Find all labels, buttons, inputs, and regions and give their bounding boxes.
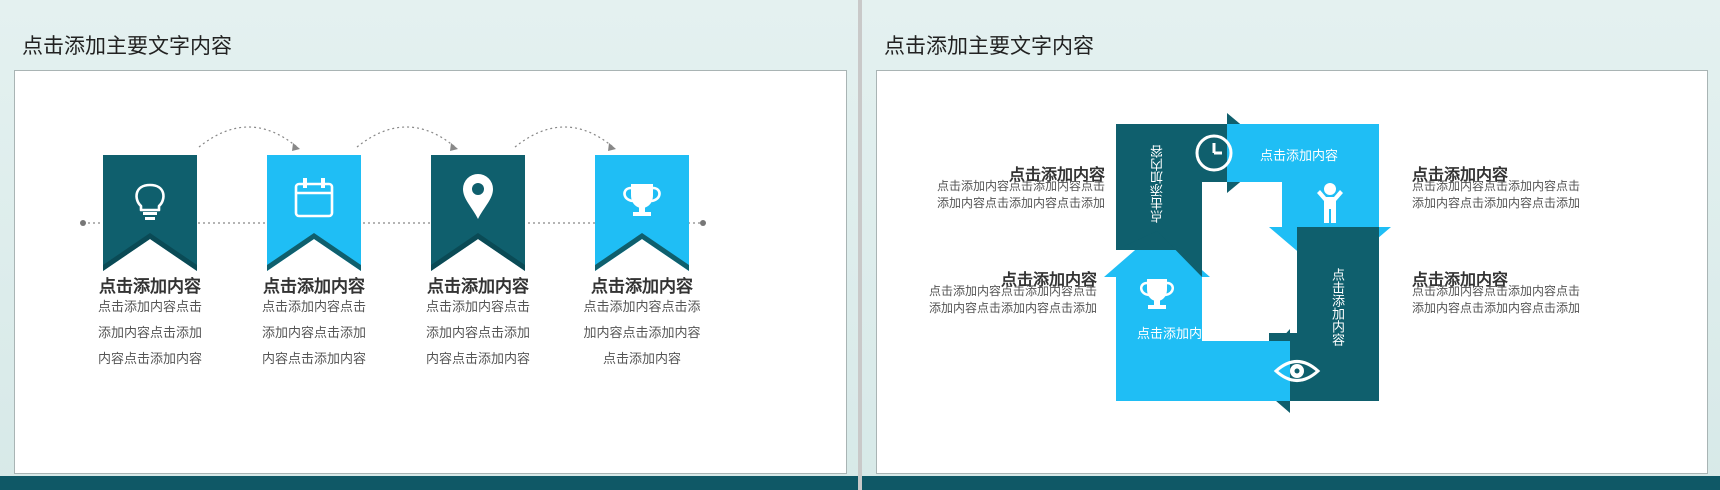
step-1-body-line: 添加内容点击添加 bbox=[97, 326, 202, 341]
step-4-body-line: 点击添加内容 bbox=[602, 352, 681, 367]
cycle-label-right[interactable]: 点击添加内容 bbox=[1327, 268, 1346, 346]
side-body-line: 点击添加内容点击添加内容点击 bbox=[1412, 179, 1581, 193]
step-3-body-line: 添加内容点击添加 bbox=[425, 326, 530, 341]
side-item-bottom-right-body[interactable]: 点击添加内容点击添加内容点击 添加内容点击添加内容点击添加 bbox=[1412, 283, 1602, 317]
side-body-line: 添加内容点击添加内容点击添加 bbox=[1412, 301, 1581, 315]
flag-1 bbox=[103, 155, 197, 271]
slide-title[interactable]: 点击添加主要文字内容 bbox=[22, 30, 232, 60]
flag-3 bbox=[431, 155, 525, 271]
flag-2 bbox=[267, 155, 361, 271]
slide-title[interactable]: 点击添加主要文字内容 bbox=[884, 30, 1094, 60]
step-2-title[interactable]: 点击添加内容 bbox=[234, 272, 394, 297]
step-4-body[interactable]: 点击添加内容点击添 加内容点击添加内容 点击添加内容 bbox=[567, 295, 717, 373]
step-3-body-line: 内容点击添加内容 bbox=[425, 352, 530, 367]
curved-arrow-2 bbox=[356, 126, 456, 148]
step-2-body-line: 点击添加内容点击 bbox=[261, 300, 366, 315]
step-2-body-line: 内容点击添加内容 bbox=[261, 352, 366, 367]
bottom-bar bbox=[862, 476, 1720, 490]
slide-right: 点击添加主要文字内容 点击添加内容 点击添加内容 点击添加内容 点击添加内容 点… bbox=[862, 0, 1720, 490]
curved-arrow-1 bbox=[198, 126, 298, 148]
slide-left: 点击添加主要文字内容 点击添加内容 点击添加内容点击 添加内容点击添加 内容点击… bbox=[0, 0, 858, 490]
side-body-line: 点击添加内容点击添加内容点击 bbox=[936, 179, 1105, 193]
cycle-label-bottom[interactable]: 点击添加内容 bbox=[1137, 323, 1215, 342]
side-body-line: 添加内容点击添加内容点击添加 bbox=[936, 196, 1105, 210]
timeline-end-dot bbox=[700, 220, 706, 226]
cycle-label-top[interactable]: 点击添加内容 bbox=[1260, 145, 1338, 164]
side-body-line: 添加内容点击添加内容点击添加 bbox=[1412, 196, 1581, 210]
side-body-line: 点击添加内容点击添加内容点击 bbox=[928, 284, 1097, 298]
step-4-body-line: 点击添加内容点击添 bbox=[583, 300, 701, 315]
cycle-block-bottom bbox=[1116, 341, 1290, 401]
step-1-body-line: 点击添加内容点击 bbox=[97, 300, 202, 315]
cycle-label-left[interactable]: 点击添加内容 bbox=[1149, 145, 1168, 223]
timeline-start-dot bbox=[80, 220, 86, 226]
step-1-title[interactable]: 点击添加内容 bbox=[70, 272, 230, 297]
step-4-body-line: 加内容点击添加内容 bbox=[583, 326, 701, 341]
bottom-bar bbox=[0, 476, 858, 490]
step-3-body-line: 点击添加内容点击 bbox=[425, 300, 530, 315]
side-body-line: 添加内容点击添加内容点击添加 bbox=[928, 301, 1097, 315]
side-item-top-right-body[interactable]: 点击添加内容点击添加内容点击 添加内容点击添加内容点击添加 bbox=[1412, 178, 1602, 212]
side-item-bottom-left-body[interactable]: 点击添加内容点击添加内容点击 添加内容点击添加内容点击添加 bbox=[914, 283, 1097, 317]
content-panel: 点击添加内容 点击添加内容 点击添加内容 点击添加内容 点击添加内容 点击添加内… bbox=[876, 70, 1708, 474]
step-2-body-line: 添加内容点击添加 bbox=[261, 326, 366, 341]
step-4-title[interactable]: 点击添加内容 bbox=[562, 272, 722, 297]
side-item-top-left-body[interactable]: 点击添加内容点击添加内容点击 添加内容点击添加内容点击添加 bbox=[922, 178, 1105, 212]
curved-arrow-3 bbox=[514, 126, 614, 148]
step-3-title[interactable]: 点击添加内容 bbox=[398, 272, 558, 297]
step-1-body[interactable]: 点击添加内容点击 添加内容点击添加 内容点击添加内容 bbox=[80, 295, 220, 373]
step-1-body-line: 内容点击添加内容 bbox=[97, 352, 202, 367]
side-body-line: 点击添加内容点击添加内容点击 bbox=[1412, 284, 1581, 298]
step-3-body[interactable]: 点击添加内容点击 添加内容点击添加 内容点击添加内容 bbox=[408, 295, 548, 373]
step-2-body[interactable]: 点击添加内容点击 添加内容点击添加 内容点击添加内容 bbox=[244, 295, 384, 373]
content-panel: 点击添加内容 点击添加内容点击 添加内容点击添加 内容点击添加内容 点击添加内容… bbox=[14, 70, 847, 474]
flag-4 bbox=[595, 155, 689, 271]
